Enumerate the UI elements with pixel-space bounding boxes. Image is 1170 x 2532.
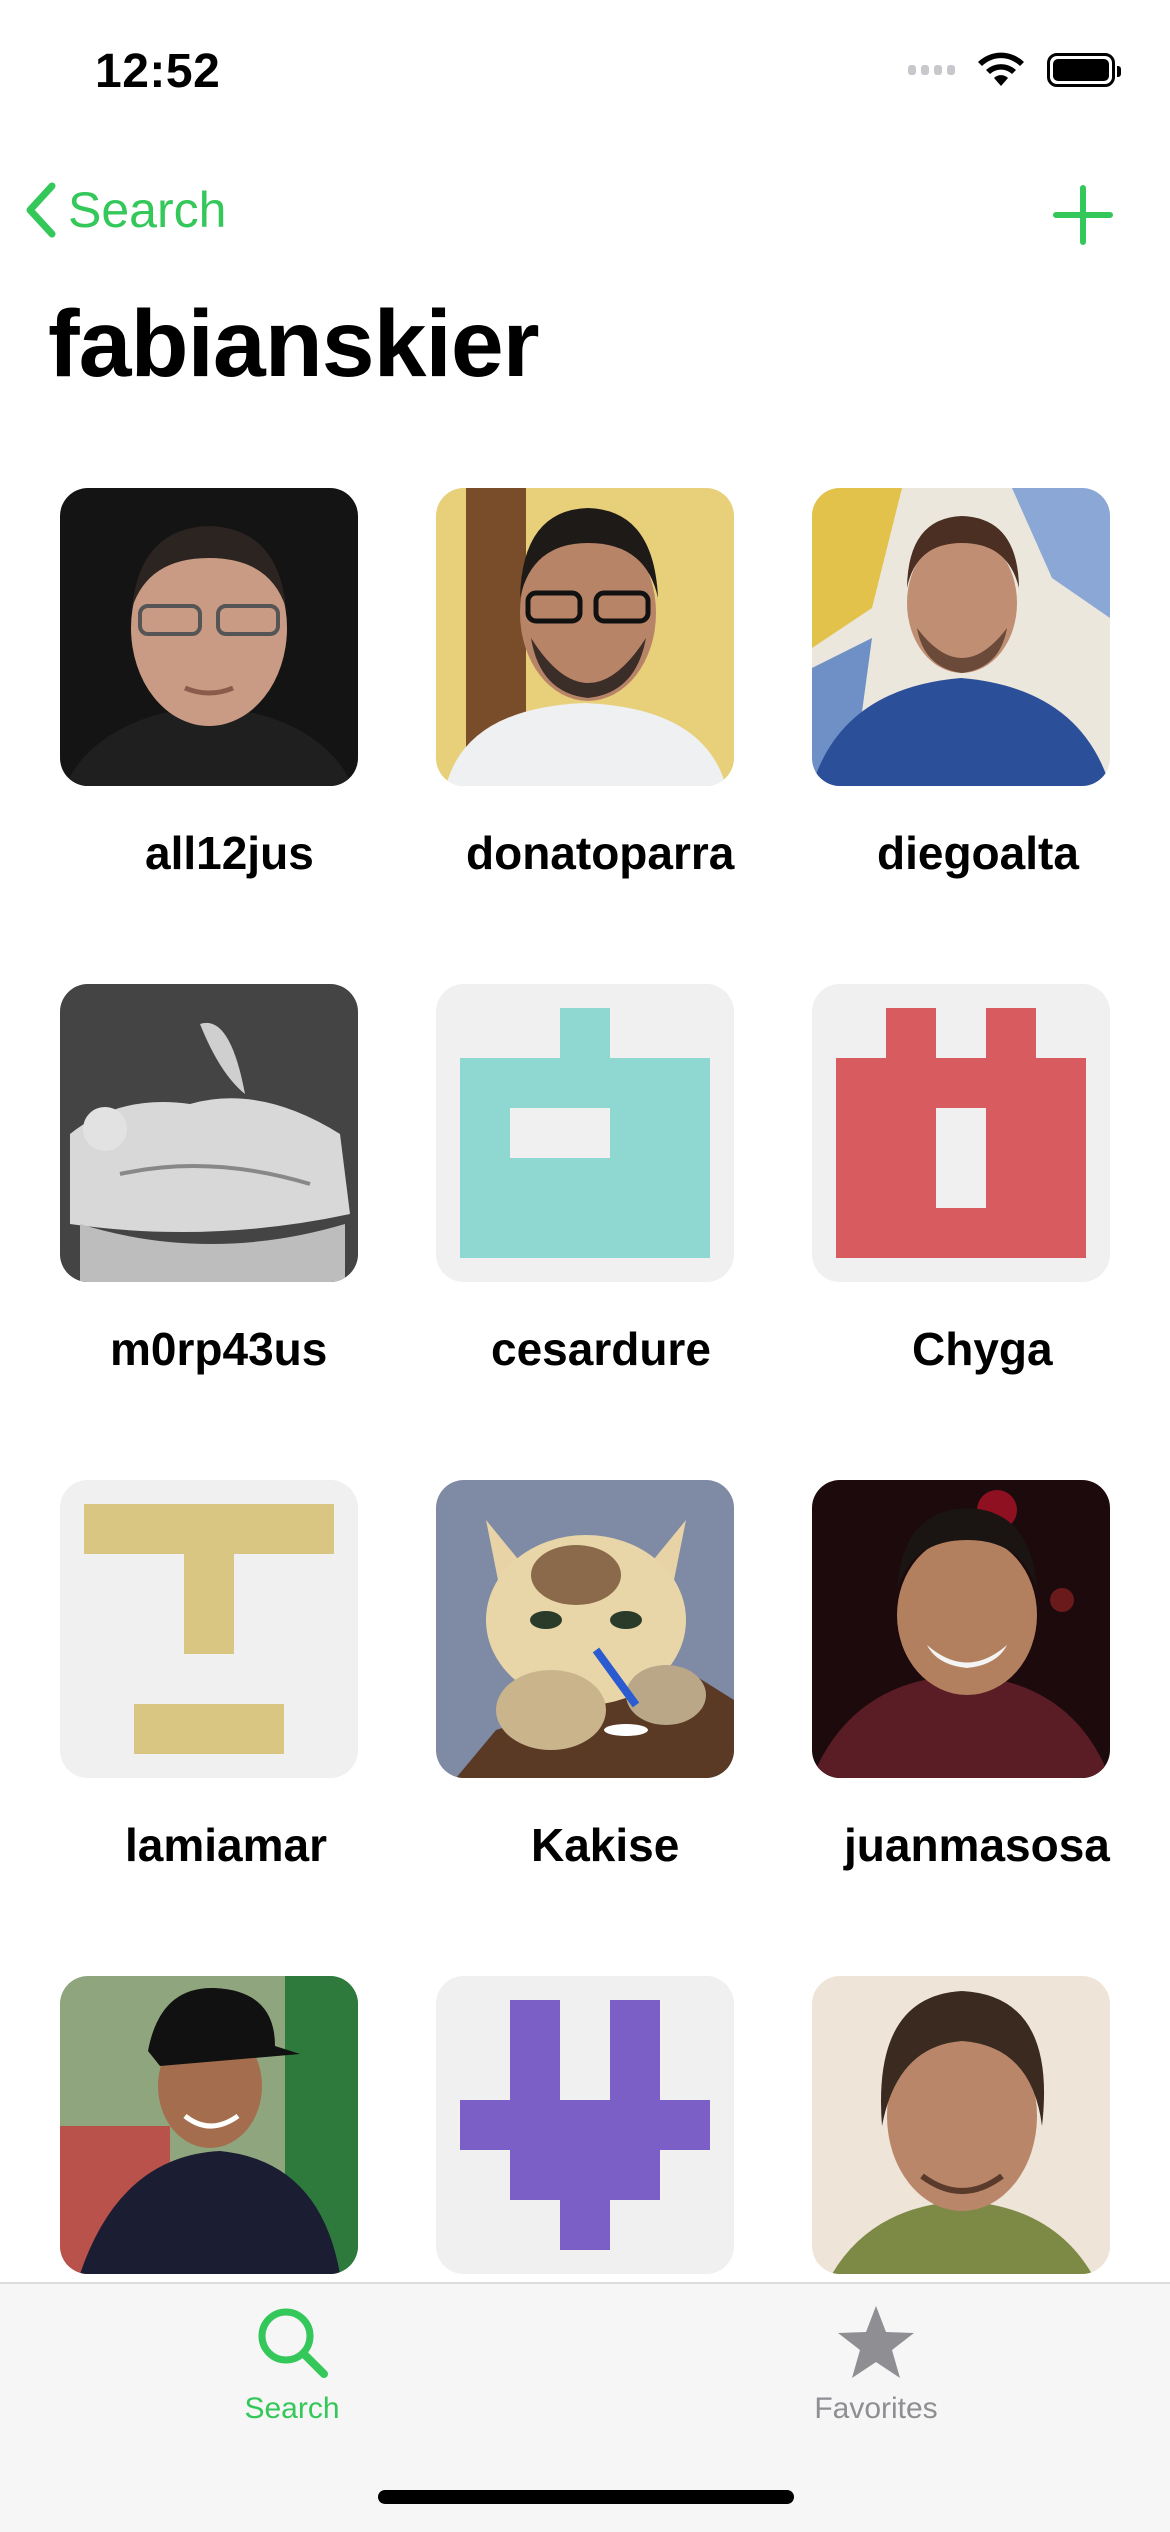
user-cell[interactable]: cesardure [436,984,812,1384]
user-cell[interactable]: all12jus [60,488,436,888]
avatar [436,488,734,786]
identicon [812,984,1110,1282]
avatar [436,1480,734,1778]
user-cell[interactable]: diegoalta [812,488,1170,888]
tab-favorites-label: Favorites [814,2392,938,2425]
cat-illustration [436,1480,734,1778]
username: juanmasosa [844,1819,1110,1871]
user-photo [812,1976,1110,2274]
tab-favorites[interactable]: Favorites [746,2304,1006,2454]
identicon [436,984,734,1282]
identicon [436,1976,734,2274]
user-cell[interactable]: lamiamar [60,1480,436,1880]
battery-icon [1047,53,1121,87]
avatar [60,488,358,786]
avatar [436,984,734,1282]
chevron-left-icon [26,182,56,238]
user-cell[interactable]: Chyga [812,984,1170,1384]
user-photo [812,488,1110,786]
add-button[interactable] [1048,180,1118,250]
user-photo [436,488,734,786]
status-time: 12:52 [95,45,221,98]
back-button-label: Search [68,182,227,238]
tab-search[interactable]: Search [162,2304,422,2454]
identicon [60,1480,358,1778]
avatar [812,1976,1110,2274]
avatar [812,984,1110,1282]
username: lamiamar [125,1819,328,1871]
back-button[interactable]: Search [24,180,226,240]
user-photo [60,984,358,1282]
user-cell[interactable]: m0rp43us [60,984,436,1384]
user-photo [812,1480,1110,1778]
username: all12jus [145,827,314,879]
wifi-icon [978,52,1024,86]
status-icons [908,52,1121,88]
username: m0rp43us [110,1323,328,1375]
search-icon [258,2308,328,2378]
avatar [812,1480,1110,1778]
tab-search-label: Search [244,2392,340,2425]
home-indicator [378,2490,794,2504]
username: cesardure [491,1323,711,1375]
plus-icon [1053,185,1113,245]
user-cell[interactable]: donatoparra [436,488,812,888]
user-cell[interactable]: Kakise [436,1480,812,1880]
avatar [60,984,358,1282]
avatar [60,1976,358,2274]
user-cell[interactable]: juanmasosa [812,1480,1170,1880]
navigation-bar: Search [0,160,1170,260]
avatar [812,488,1110,786]
username: Chyga [912,1323,1053,1375]
avatar [436,1976,734,2274]
username: donatoparra [466,827,735,879]
user-photo [60,1976,358,2274]
username: Kakise [531,1819,680,1871]
avatar [60,1480,358,1778]
user-photo [60,488,358,786]
username: diegoalta [877,827,1079,879]
cellular-signal-icon [908,65,955,75]
page-title: fabianskier [48,291,540,397]
star-icon [838,2306,914,2378]
status-bar: 12:52 [0,0,1170,150]
